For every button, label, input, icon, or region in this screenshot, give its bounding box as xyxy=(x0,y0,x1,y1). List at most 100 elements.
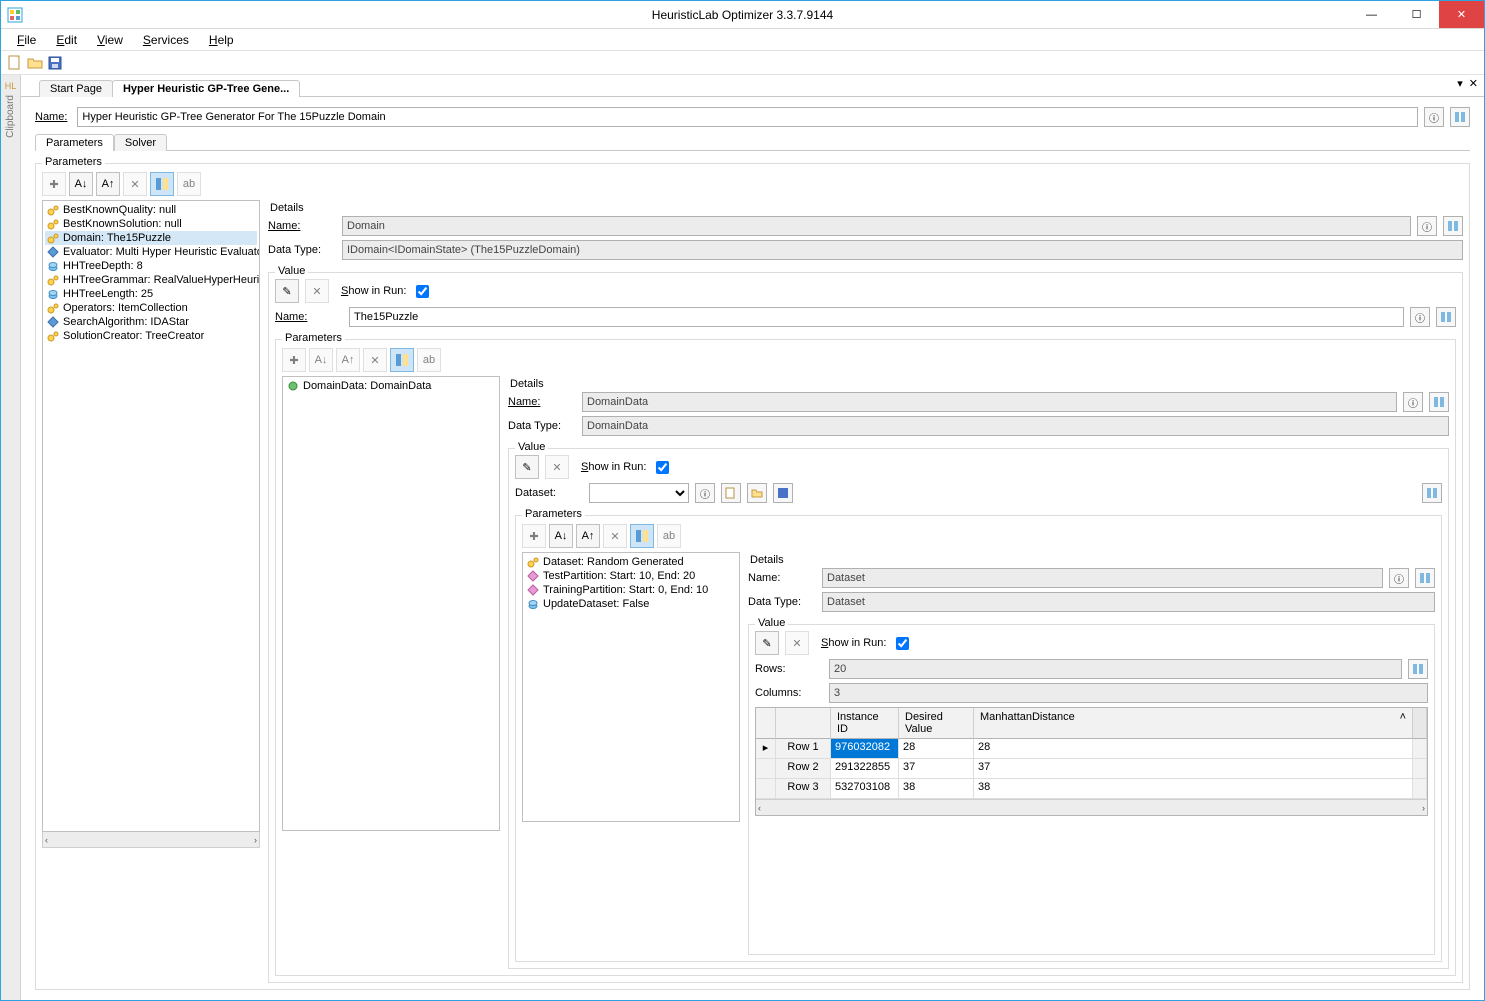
tab-dropdown-icon[interactable]: ▾ xyxy=(1457,77,1463,90)
save-icon[interactable] xyxy=(773,483,793,503)
d2-name-label: Name: xyxy=(508,396,576,408)
d3-datatype-label: Data Type: xyxy=(748,596,816,608)
maximize-button[interactable]: ☐ xyxy=(1394,1,1439,28)
remove-icon: ✕ xyxy=(363,348,387,372)
open-icon[interactable] xyxy=(747,483,767,503)
close-button[interactable]: ✕ xyxy=(1439,1,1484,28)
dataset-select[interactable] xyxy=(589,483,689,503)
view-mode-icon[interactable] xyxy=(1415,568,1435,588)
sort-asc-icon[interactable]: A↓ xyxy=(549,524,573,548)
list-item[interactable]: Dataset: Random Generated xyxy=(525,555,737,569)
save-icon[interactable] xyxy=(47,55,63,71)
info-icon[interactable]: ⓘ xyxy=(1403,392,1423,412)
menu-help[interactable]: Help xyxy=(201,33,242,47)
add-icon: ✚ xyxy=(522,524,546,548)
table-row[interactable]: Row 22913228553737 xyxy=(756,759,1427,779)
show-details-icon[interactable] xyxy=(630,524,654,548)
add-icon: ✚ xyxy=(282,348,306,372)
sort-desc-icon[interactable]: A↑ xyxy=(576,524,600,548)
d2-datatype-label: Data Type: xyxy=(508,420,576,432)
list-item[interactable]: BestKnownQuality: null xyxy=(45,203,257,217)
clipboard-panel[interactable]: HL Clipboard xyxy=(1,75,21,1000)
showinrun-checkbox[interactable] xyxy=(416,285,429,298)
delete-icon: ✕ xyxy=(785,631,809,655)
parameters-list[interactable]: BestKnownQuality: nullBestKnownSolution:… xyxy=(42,200,260,832)
menu-view[interactable]: View xyxy=(89,33,131,47)
d1-params-legend: Parameters xyxy=(282,332,345,344)
list-item[interactable]: HHTreeLength: 25 xyxy=(45,287,257,301)
edit-icon[interactable]: ✎ xyxy=(755,631,779,655)
show-details-icon[interactable] xyxy=(150,172,174,196)
d3-datatype-value xyxy=(822,592,1435,612)
d2-param-list[interactable]: Dataset: Random GeneratedTestPartition: … xyxy=(522,552,740,822)
menu-services[interactable]: Services xyxy=(135,33,197,47)
th-instanceid[interactable]: Instance ID xyxy=(831,708,899,739)
d1-value-legend: Value xyxy=(275,265,308,277)
edit-icon[interactable]: ✎ xyxy=(275,279,299,303)
tab-start-page[interactable]: Start Page xyxy=(39,80,113,97)
cols-value xyxy=(829,683,1428,703)
info-icon[interactable]: ⓘ xyxy=(1410,307,1430,327)
open-icon[interactable] xyxy=(27,55,43,71)
d1-param-list[interactable]: DomainData: DomainData xyxy=(282,376,500,831)
info-icon[interactable]: ⓘ xyxy=(1417,216,1437,236)
view-mode-icon[interactable] xyxy=(1422,483,1442,503)
new-icon[interactable] xyxy=(721,483,741,503)
new-icon[interactable] xyxy=(7,55,23,71)
view-mode-icon[interactable] xyxy=(1436,307,1456,327)
table-row[interactable]: ▸Row 19760320822828 xyxy=(756,739,1427,759)
dataset-label: Dataset: xyxy=(515,487,583,499)
d1-name-label: Name: xyxy=(268,220,336,232)
list-item[interactable]: TrainingPartition: Start: 0, End: 10 xyxy=(525,583,737,597)
th-manhattan[interactable]: ManhattanDistance ˄ xyxy=(974,708,1413,739)
pin-icon: HL xyxy=(5,81,17,91)
list-item[interactable]: SolutionCreator: TreeCreator xyxy=(45,329,257,343)
table-hscroll[interactable]: ‹› xyxy=(756,799,1427,815)
d1-name-value xyxy=(342,216,1411,236)
list-item[interactable]: DomainData: DomainData xyxy=(303,380,431,392)
list-hscroll[interactable]: ‹› xyxy=(42,832,260,848)
showinrun-label: Show in Run: xyxy=(341,285,406,297)
tab-close-icon[interactable]: ✕ xyxy=(1469,77,1478,90)
show-hidden-icon: ab xyxy=(657,524,681,548)
dataset-table[interactable]: Instance ID Desired Value ManhattanDista… xyxy=(755,707,1428,816)
show-details-icon[interactable] xyxy=(390,348,414,372)
menu-edit[interactable]: Edit xyxy=(48,33,85,47)
menu-file[interactable]: File xyxy=(9,33,44,47)
show-hidden-icon: ab xyxy=(177,172,201,196)
cols-label: Columns: xyxy=(755,687,823,699)
tab-hyper-heuristic[interactable]: Hyper Heuristic GP-Tree Gene... xyxy=(112,80,300,97)
minimize-button[interactable]: — xyxy=(1349,1,1394,28)
list-item[interactable]: HHTreeDepth: 8 xyxy=(45,259,257,273)
list-item[interactable]: UpdateDataset: False xyxy=(525,597,737,611)
view-mode-icon[interactable] xyxy=(1408,659,1428,679)
sort-asc-icon[interactable]: A↓ xyxy=(69,172,93,196)
list-item[interactable]: TestPartition: Start: 10, End: 20 xyxy=(525,569,737,583)
info-icon[interactable]: ⓘ xyxy=(1424,107,1444,127)
list-item[interactable]: BestKnownSolution: null xyxy=(45,217,257,231)
app-icon xyxy=(7,7,23,23)
view-mode-icon[interactable] xyxy=(1450,107,1470,127)
list-item[interactable]: SearchAlgorithm: IDAStar xyxy=(45,315,257,329)
subtab-solver[interactable]: Solver xyxy=(114,134,167,151)
th-desired[interactable]: Desired Value xyxy=(899,708,974,739)
info-icon[interactable]: ⓘ xyxy=(1389,568,1409,588)
list-item[interactable]: HHTreeGrammar: RealValueHyperHeuristicGr… xyxy=(45,273,257,287)
showinrun-label: Show in Run: xyxy=(821,637,886,649)
details-header: Details xyxy=(270,202,1463,214)
sort-desc-icon[interactable]: A↑ xyxy=(96,172,120,196)
list-item[interactable]: Operators: ItemCollection xyxy=(45,301,257,315)
view-mode-icon[interactable] xyxy=(1429,392,1449,412)
view-mode-icon[interactable] xyxy=(1443,216,1463,236)
subtab-parameters[interactable]: Parameters xyxy=(35,134,114,151)
edit-icon[interactable]: ✎ xyxy=(515,455,539,479)
name-input[interactable] xyxy=(77,107,1418,127)
table-row[interactable]: Row 35327031083838 xyxy=(756,779,1427,799)
info-icon[interactable]: ⓘ xyxy=(695,483,715,503)
list-item[interactable]: Evaluator: Multi Hyper Heuristic Evaluat… xyxy=(45,245,257,259)
d1-name2-value[interactable] xyxy=(349,307,1404,327)
showinrun-checkbox[interactable] xyxy=(656,461,669,474)
details-header: Details xyxy=(750,554,1435,566)
list-item[interactable]: Domain: The15Puzzle xyxy=(45,231,257,245)
showinrun-checkbox[interactable] xyxy=(896,637,909,650)
